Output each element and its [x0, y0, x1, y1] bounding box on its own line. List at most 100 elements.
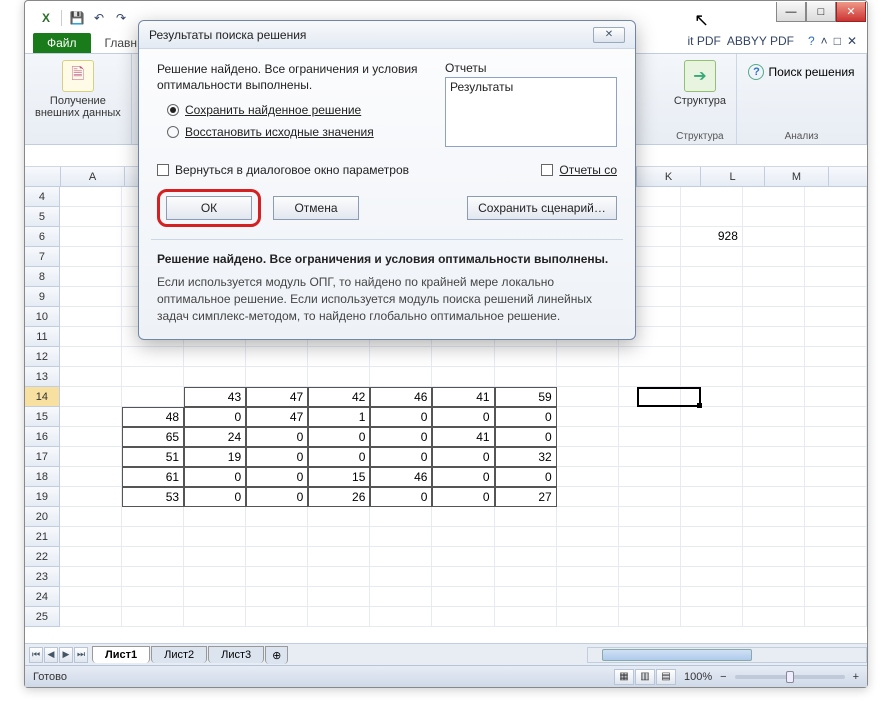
- cell[interactable]: [805, 367, 867, 387]
- cell[interactable]: [681, 607, 743, 627]
- cell[interactable]: [246, 367, 308, 387]
- cell[interactable]: [681, 307, 743, 327]
- cell[interactable]: [495, 347, 557, 367]
- view-normal-icon[interactable]: ▦: [614, 669, 634, 685]
- redo-icon[interactable]: ↷: [112, 9, 130, 27]
- cell[interactable]: 0: [246, 467, 308, 487]
- cell[interactable]: 41: [432, 427, 494, 447]
- cell[interactable]: [805, 307, 867, 327]
- cell[interactable]: [805, 327, 867, 347]
- col-header[interactable]: L: [701, 167, 765, 186]
- cell[interactable]: [60, 267, 122, 287]
- cell[interactable]: [805, 487, 867, 507]
- cell[interactable]: [743, 487, 805, 507]
- cell[interactable]: [743, 327, 805, 347]
- cell[interactable]: [308, 587, 370, 607]
- cell[interactable]: [805, 467, 867, 487]
- save-scenario-button[interactable]: Сохранить сценарий…: [467, 196, 617, 220]
- cell[interactable]: [681, 267, 743, 287]
- cell[interactable]: [122, 587, 184, 607]
- reports-listbox[interactable]: Результаты: [445, 77, 617, 147]
- cell[interactable]: 32: [495, 447, 557, 467]
- cell[interactable]: [246, 587, 308, 607]
- row-header[interactable]: 19: [25, 487, 60, 507]
- cell[interactable]: [184, 347, 246, 367]
- cell[interactable]: [619, 347, 681, 367]
- cell[interactable]: [432, 547, 494, 567]
- cell[interactable]: [619, 607, 681, 627]
- cell[interactable]: 19: [184, 447, 246, 467]
- cell[interactable]: [432, 507, 494, 527]
- cell[interactable]: 0: [370, 407, 432, 427]
- cell[interactable]: [60, 547, 122, 567]
- cell[interactable]: [246, 347, 308, 367]
- cell[interactable]: 46: [370, 467, 432, 487]
- cell[interactable]: 0: [432, 447, 494, 467]
- cell[interactable]: [60, 187, 122, 207]
- cell[interactable]: [805, 447, 867, 467]
- cell[interactable]: 0: [308, 427, 370, 447]
- cell[interactable]: 41: [432, 387, 494, 407]
- radio-restore-values[interactable]: Восстановить исходные значения: [167, 125, 429, 139]
- scrollbar-thumb[interactable]: [602, 649, 752, 661]
- cell[interactable]: [184, 507, 246, 527]
- cell[interactable]: [60, 327, 122, 347]
- cell[interactable]: [681, 367, 743, 387]
- cell[interactable]: 47: [246, 407, 308, 427]
- cell[interactable]: 15: [308, 467, 370, 487]
- cell[interactable]: [743, 267, 805, 287]
- cell[interactable]: [308, 527, 370, 547]
- help-icon[interactable]: ?: [808, 34, 815, 48]
- cell[interactable]: [60, 527, 122, 547]
- cell[interactable]: [557, 407, 619, 427]
- cell[interactable]: [432, 527, 494, 547]
- cell[interactable]: [743, 367, 805, 387]
- cell[interactable]: [805, 427, 867, 447]
- cell[interactable]: [60, 447, 122, 467]
- cell[interactable]: [805, 407, 867, 427]
- cell[interactable]: [308, 607, 370, 627]
- cell[interactable]: [681, 567, 743, 587]
- cell[interactable]: [743, 227, 805, 247]
- cell[interactable]: [122, 347, 184, 367]
- cell[interactable]: [557, 547, 619, 567]
- save-icon[interactable]: 💾: [68, 9, 86, 27]
- row-header[interactable]: 23: [25, 567, 60, 587]
- cell[interactable]: 0: [495, 467, 557, 487]
- cell[interactable]: [370, 527, 432, 547]
- cell[interactable]: 0: [432, 487, 494, 507]
- cell[interactable]: [619, 487, 681, 507]
- cell[interactable]: [246, 527, 308, 547]
- cell[interactable]: [60, 407, 122, 427]
- zoom-slider[interactable]: [735, 675, 845, 679]
- dialog-titlebar[interactable]: Результаты поиска решения ✕: [139, 21, 635, 49]
- cell[interactable]: [495, 567, 557, 587]
- cell[interactable]: 0: [184, 487, 246, 507]
- cell[interactable]: [619, 547, 681, 567]
- cell[interactable]: [681, 527, 743, 547]
- cell[interactable]: [122, 507, 184, 527]
- cell[interactable]: 59: [495, 387, 557, 407]
- cell[interactable]: [370, 607, 432, 627]
- cell[interactable]: [60, 367, 122, 387]
- cell[interactable]: 0: [495, 407, 557, 427]
- cell[interactable]: [743, 447, 805, 467]
- cell[interactable]: [60, 247, 122, 267]
- row-header[interactable]: 11: [25, 327, 60, 347]
- cell[interactable]: [122, 607, 184, 627]
- select-all-corner[interactable]: [25, 167, 61, 186]
- cell[interactable]: [681, 467, 743, 487]
- cell[interactable]: [681, 427, 743, 447]
- cell[interactable]: 43: [184, 387, 246, 407]
- cell[interactable]: [805, 207, 867, 227]
- cell[interactable]: [370, 567, 432, 587]
- cell[interactable]: [308, 547, 370, 567]
- cell[interactable]: [308, 567, 370, 587]
- external-data-button[interactable]: 🗎 Получение внешних данных: [35, 60, 121, 119]
- cell[interactable]: [681, 187, 743, 207]
- sheet-nav-first-icon[interactable]: ⏮: [29, 647, 43, 663]
- cell[interactable]: [619, 567, 681, 587]
- cell[interactable]: [184, 527, 246, 547]
- cell[interactable]: [122, 567, 184, 587]
- sheet-tab-2[interactable]: Лист2: [151, 646, 207, 663]
